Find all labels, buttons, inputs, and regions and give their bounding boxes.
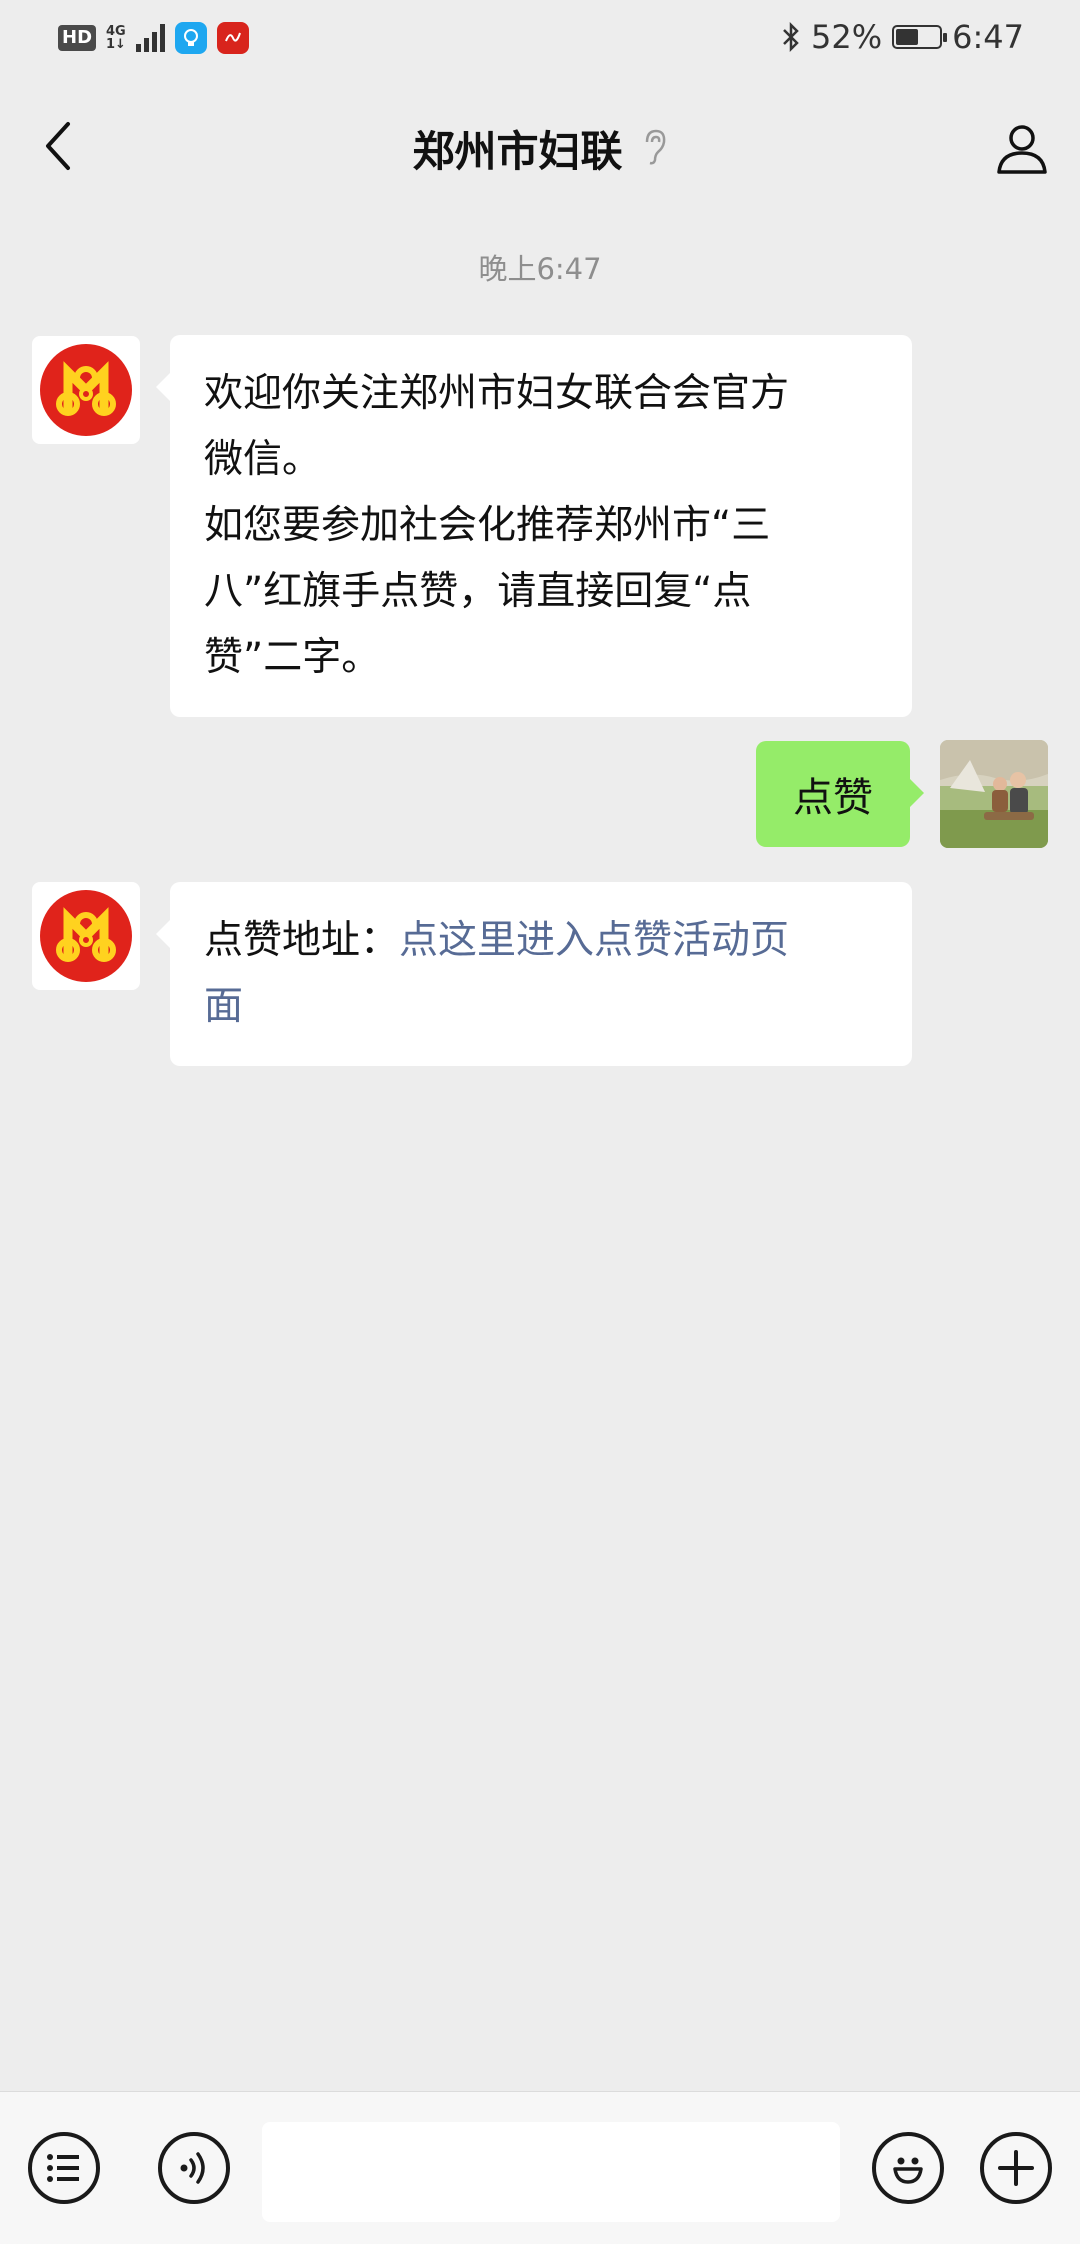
message-line: 如您要参加社会化推荐郑州市“三 xyxy=(204,503,771,548)
status-bar: HD 4G 1↓ 52% 6:47 xyxy=(0,0,1080,80)
official-avatar[interactable] xyxy=(32,882,140,990)
message-line: 八”红旗手点赞，请直接回复“点 xyxy=(204,569,752,614)
chat-header: 郑州市妇联 xyxy=(0,80,1080,210)
official-avatar[interactable] xyxy=(32,336,140,444)
incoming-message-bubble[interactable]: 欢迎你关注郑州市妇女联合会官方 微信。 如您要参加社会化推荐郑州市“三 八”红旗… xyxy=(156,335,912,717)
activity-link[interactable]: 点这里进入点赞活动页 xyxy=(399,918,789,963)
time-separator: 晚上6:47 xyxy=(478,252,602,286)
emoji-icon xyxy=(893,2157,923,2184)
incoming-link-message-bubble[interactable]: 点赞地址：点这里进入点赞活动页 面 xyxy=(156,882,912,1066)
page-title: 郑州市妇联 xyxy=(412,127,623,176)
status-right: 52% 6:47 xyxy=(781,18,1024,56)
womens-federation-logo-icon xyxy=(40,890,132,982)
voice-icon xyxy=(180,2152,205,2184)
ear-icon xyxy=(642,128,668,170)
message-line: 微信。 xyxy=(204,437,322,482)
network-sub-label: 1↓ xyxy=(106,37,126,52)
user-photo-icon xyxy=(940,740,1048,848)
list-menu-icon xyxy=(47,2154,79,2182)
link-label: 点赞地址： xyxy=(204,918,400,963)
person-icon xyxy=(997,125,1047,174)
more-button[interactable] xyxy=(980,2132,1052,2204)
womens-federation-logo-icon xyxy=(40,344,132,436)
message-line: 赞”二字。 xyxy=(204,635,381,680)
plus-icon xyxy=(998,2150,1034,2186)
message-line: 欢迎你关注郑州市妇女联合会官方 xyxy=(204,371,790,416)
message-input[interactable] xyxy=(262,2122,840,2222)
signal-icon xyxy=(135,24,165,52)
status-left: HD 4G 1↓ xyxy=(58,22,249,54)
notification-news-icon xyxy=(216,22,249,54)
bluetooth-icon xyxy=(783,21,799,53)
chat-input-bar xyxy=(0,2091,1080,2244)
activity-link-continued[interactable]: 面 xyxy=(204,974,878,1040)
battery-percent: 52% xyxy=(811,18,883,56)
title-wrap: 郑州市妇联 xyxy=(0,118,1080,179)
battery-fill xyxy=(896,29,919,45)
emoji-button[interactable] xyxy=(872,2132,944,2204)
outgoing-message-text: 点赞 xyxy=(793,775,873,821)
hd-indicator: HD xyxy=(58,25,97,51)
battery-icon xyxy=(892,25,948,49)
clock: 6:47 xyxy=(952,18,1024,56)
link-message-line: 点赞地址：点这里进入点赞活动页 xyxy=(204,908,878,974)
notification-app-icon xyxy=(174,22,207,54)
voice-button[interactable] xyxy=(158,2132,230,2204)
user-avatar[interactable] xyxy=(940,740,1048,848)
profile-button[interactable] xyxy=(990,116,1054,180)
outgoing-message-bubble[interactable]: 点赞 xyxy=(756,741,924,847)
network-type: 4G 1↓ xyxy=(106,25,126,51)
menu-button[interactable] xyxy=(28,2132,100,2204)
